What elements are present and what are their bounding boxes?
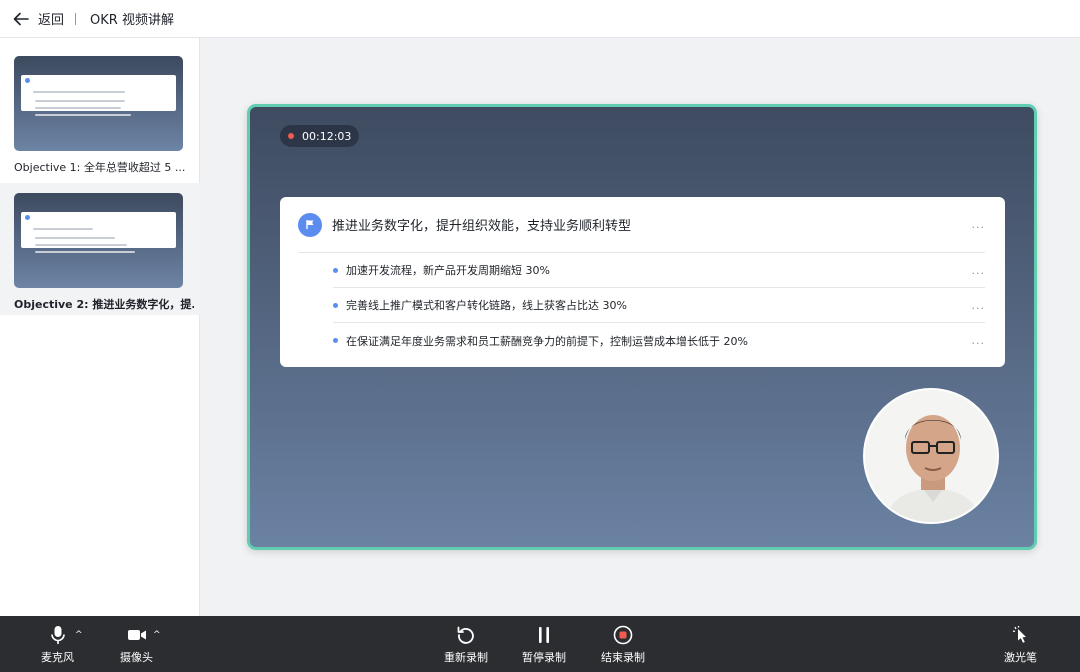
more-options-icon[interactable]: ... — [972, 334, 986, 347]
presenter-face-icon — [865, 390, 997, 522]
header-divider — [75, 12, 77, 25]
key-result-text: 加速开发流程，新产品开发周期缩短 30% — [346, 264, 550, 277]
more-options-icon[interactable]: ... — [972, 299, 986, 312]
stop-circle-icon — [613, 625, 633, 645]
camera-label: 摄像头 — [120, 651, 153, 664]
slide-preview — [14, 193, 183, 288]
slide-thumbnail-2[interactable]: Objective 2: 推进业务数字化，提... — [0, 183, 200, 315]
refresh-icon — [457, 626, 474, 644]
slide-sidebar: Objective 1: 全年总营收超过 5 ... Objective 2: … — [0, 38, 200, 616]
pause-label: 暂停录制 — [522, 651, 566, 664]
rerecord-label: 重新录制 — [444, 651, 488, 664]
video-camera-icon — [127, 630, 146, 640]
more-options-icon[interactable]: ... — [972, 264, 986, 277]
top-bar: 返回 OKR 视频讲解 — [0, 0, 1080, 38]
microphone-options-caret-icon[interactable]: ^ — [75, 630, 83, 640]
key-result-row[interactable]: 在保证满足年度业务需求和员工薪酬竞争力的前提下，控制运营成本增长低于 20% .… — [333, 323, 985, 358]
rerecord-button[interactable]: 重新录制 — [444, 624, 488, 665]
pause-icon — [539, 627, 549, 643]
key-result-text: 在保证满足年度业务需求和员工薪酬竞争力的前提下，控制运营成本增长低于 20% — [346, 334, 748, 348]
bottom-toolbar: 麦克风 ^ 摄像头 ^ 重新录制 暂停录制 结束录制 激光笔 — [0, 616, 1080, 672]
camera-options-caret-icon[interactable]: ^ — [153, 630, 161, 640]
timer-text: 00:12:03 — [302, 129, 352, 143]
key-result-row[interactable]: 完善线上推广模式和客户转化链路，线上获客占比达 30% ... — [333, 288, 985, 323]
slide-title-2: Objective 2: 推进业务数字化，提... — [14, 298, 194, 311]
microphone-icon — [50, 626, 65, 644]
recording-timer: 00:12:03 — [280, 125, 360, 147]
flag-icon — [298, 212, 322, 237]
microphone-button[interactable]: 麦克风 — [41, 624, 74, 665]
slide-thumbnail-1[interactable]: Objective 1: 全年总营收超过 5 ... — [0, 46, 200, 178]
mini-okr-card — [21, 75, 176, 116]
microphone-label: 麦克风 — [41, 651, 74, 664]
objective-text: 推进业务数字化，提升组织效能，支持业务顺利转型 — [332, 219, 632, 234]
camera-button[interactable]: 摄像头 — [120, 624, 153, 665]
pause-recording-button[interactable]: 暂停录制 — [522, 624, 566, 665]
laser-pointer-label: 激光笔 — [1004, 651, 1037, 664]
presenter-camera-avatar[interactable] — [863, 388, 999, 524]
key-result-text: 完善线上推广模式和客户转化链路，线上获客占比达 30% — [346, 299, 627, 312]
stop-label: 结束录制 — [601, 651, 645, 664]
bullet-dot-icon — [333, 302, 338, 308]
slide-title-1: Objective 1: 全年总营收超过 5 ... — [14, 161, 186, 174]
arrow-left-icon — [13, 12, 29, 25]
laser-pointer-button[interactable]: 激光笔 — [1004, 624, 1037, 665]
key-result-row[interactable]: 加速开发流程，新产品开发周期缩短 30% ... — [333, 253, 985, 288]
recording-stage: 00:12:03 推进业务数字化，提升组织效能，支持业务顺利转型 ... 加速开… — [247, 104, 1037, 550]
bullet-dot-icon — [333, 338, 338, 343]
objective-row[interactable]: 推进业务数字化，提升组织效能，支持业务顺利转型 ... — [298, 197, 985, 253]
slide-preview — [14, 56, 183, 151]
back-button[interactable]: 返回 — [12, 9, 64, 28]
stop-recording-button[interactable]: 结束录制 — [601, 624, 645, 665]
page-title: OKR 视频讲解 — [90, 13, 174, 28]
recording-dot-icon — [288, 133, 294, 139]
back-label: 返回 — [38, 13, 65, 28]
more-options-icon[interactable]: ... — [972, 218, 986, 231]
laser-pointer-icon — [1012, 626, 1026, 643]
bullet-dot-icon — [333, 267, 338, 273]
mini-okr-card — [21, 212, 176, 253]
okr-card: 推进业务数字化，提升组织效能，支持业务顺利转型 ... 加速开发流程，新产品开发… — [280, 197, 1005, 367]
